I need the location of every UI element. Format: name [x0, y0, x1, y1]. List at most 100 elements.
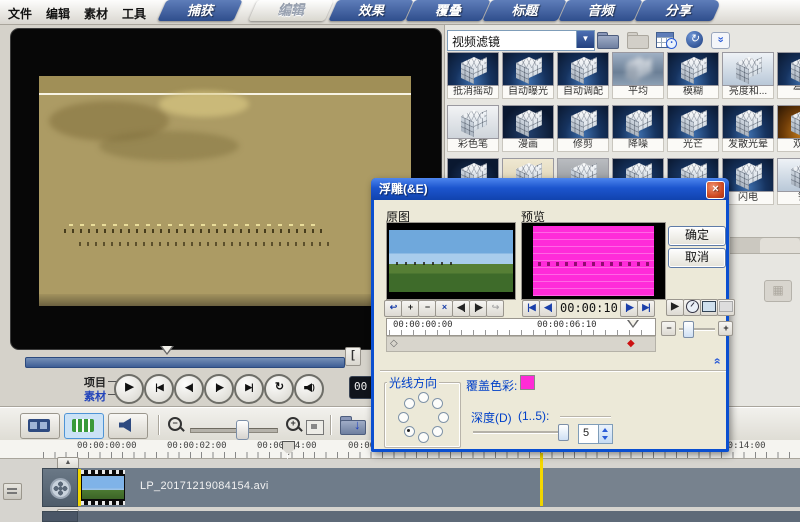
depth-slider[interactable] — [473, 431, 568, 433]
repeat-button[interactable]: ↻ — [264, 374, 294, 404]
timeline-zoom-slider[interactable] — [190, 428, 278, 433]
play-button[interactable]: ▶ — [114, 374, 144, 404]
jog-bar[interactable] — [25, 357, 345, 368]
next-keyframe-icon[interactable]: |▶ — [469, 300, 487, 317]
filter-item[interactable]: 降噪 — [612, 105, 664, 152]
tab-overlay[interactable]: 覆叠 — [405, 0, 490, 21]
spinner-buttons[interactable] — [598, 425, 612, 443]
video-track-header[interactable] — [42, 468, 78, 507]
audio-view-button[interactable] — [108, 413, 148, 439]
menu-edit[interactable]: 编辑 — [46, 5, 70, 22]
gallery-category-value: 视频滤镜 — [452, 33, 500, 50]
video-track[interactable]: LP_20171219084154.avi — [78, 468, 800, 507]
tab-effect[interactable]: 效果 — [328, 0, 413, 21]
timeline-zoom-thumb[interactable] — [236, 420, 249, 440]
filter-item[interactable]: 模糊 — [667, 52, 719, 99]
dialog-titlebar[interactable]: 浮雕(&E) × — [371, 178, 729, 200]
zoom-out-icon[interactable]: − — [168, 417, 186, 435]
go-end-button[interactable]: ▶| — [234, 374, 264, 404]
gallery-collapse-icon[interactable]: » — [711, 32, 730, 49]
remove-keyframe-icon[interactable]: − — [418, 300, 436, 317]
menu-tools[interactable]: 工具 — [122, 5, 146, 22]
filter-item[interactable]: 抵消摇动 — [447, 52, 499, 99]
light-dir-e[interactable] — [438, 412, 449, 423]
light-dir-w[interactable] — [398, 412, 409, 423]
filter-item[interactable]: 漫画 — [502, 105, 554, 152]
dialog-zoom-thumb[interactable] — [683, 321, 694, 338]
timeline-view-button[interactable] — [64, 413, 104, 439]
filter-item[interactable]: 彩色笔 — [447, 105, 499, 152]
close-icon[interactable]: × — [706, 181, 725, 199]
insert-media-icon[interactable]: ↓ — [340, 415, 368, 435]
filter-item[interactable]: 发散光晕 — [722, 105, 774, 152]
filter-item[interactable]: 亮度和... — [722, 52, 774, 99]
light-dir-n[interactable] — [418, 392, 429, 403]
gallery-category-dropdown[interactable]: 视频滤镜 ▼ — [447, 30, 595, 51]
prev-frame-button[interactable]: ◀| — [174, 374, 204, 404]
dialog-collapse-icon[interactable]: » — [713, 354, 720, 368]
filter-item[interactable]: 自动曝光 — [502, 52, 554, 99]
light-dir-se[interactable] — [432, 426, 443, 437]
next-frame-button[interactable]: |▶ — [204, 374, 234, 404]
filter-item[interactable]: 双色 — [777, 105, 800, 152]
go-start-button[interactable]: |◀ — [144, 374, 174, 404]
open-folder-icon[interactable] — [597, 30, 619, 48]
depth-spinbox[interactable]: 5 — [578, 424, 613, 444]
menu-file[interactable]: 文件 — [8, 5, 32, 22]
zoom-in-icon[interactable]: + — [286, 417, 304, 435]
filter-thumbnail — [447, 52, 499, 86]
trim-marker[interactable] — [160, 346, 176, 357]
dialog-zoom-in-icon[interactable]: + — [718, 321, 733, 336]
dialog-go-start-icon[interactable]: |◀ — [522, 300, 540, 317]
prev-keyframe-icon[interactable]: ◀| — [452, 300, 470, 317]
ok-button[interactable]: 确定 — [668, 226, 726, 246]
reverse-keyframes-icon[interactable]: × — [435, 300, 453, 317]
light-dir-nw[interactable] — [404, 398, 415, 409]
filter-item[interactable]: 修剪 — [557, 105, 609, 152]
mode-clip-label[interactable]: 素材 — [84, 388, 106, 404]
filter-item[interactable]: 光芒 — [667, 105, 719, 152]
trim-start-diamond[interactable]: ◇ — [390, 337, 398, 350]
preview-video-frame — [39, 76, 411, 306]
tab-capture[interactable]: 捕获 — [157, 0, 242, 21]
dialog-play-icon[interactable]: ▶ — [666, 299, 684, 316]
playback-mode-icon[interactable]: ↻ — [686, 30, 707, 48]
dialog-go-end-icon[interactable]: ▶| — [637, 300, 655, 317]
playback-speed-icon[interactable] — [683, 299, 701, 316]
overlay-track-header[interactable] — [42, 511, 78, 522]
light-dir-s[interactable] — [418, 432, 429, 443]
dialog-zoom-out-icon[interactable]: − — [661, 321, 676, 336]
options-panel-icon[interactable]: • — [656, 30, 680, 48]
light-dir-ne[interactable] — [432, 398, 443, 409]
chevron-down-icon[interactable]: ▼ — [576, 31, 594, 48]
filter-item-lightning[interactable]: 闪电 — [722, 158, 774, 205]
tab-edit[interactable]: 编辑 — [248, 0, 333, 21]
menu-clip[interactable]: 素材 — [84, 5, 108, 22]
depth-slider-thumb[interactable] — [558, 424, 569, 441]
light-dir-sw[interactable] — [404, 426, 415, 437]
filter-item-lens-flare[interactable]: 镜 — [777, 158, 800, 205]
overlay-color-swatch[interactable] — [520, 375, 535, 390]
filter-item[interactable]: 气泡 — [777, 52, 800, 99]
filter-item[interactable]: 自动调配 — [557, 52, 609, 99]
undo-keyframe-icon[interactable]: ↩ — [384, 300, 402, 317]
tab-audio[interactable]: 音频 — [558, 0, 642, 21]
dialog-keyframe-strip[interactable]: ◇ ◆ — [386, 336, 656, 352]
mark-in-button[interactable]: [ — [345, 347, 361, 366]
dialog-prev-frame-icon[interactable]: ◀| — [539, 300, 557, 317]
overlay-track[interactable] — [78, 511, 800, 522]
dialog-trim-ruler[interactable]: 00:00:00:00 00:00:06:10 — [386, 318, 656, 336]
fit-project-icon[interactable] — [306, 420, 324, 435]
filter-item[interactable]: 平均 — [612, 52, 664, 99]
dialog-next-frame-icon[interactable]: |▶ — [620, 300, 638, 317]
add-keyframe-icon[interactable]: + — [401, 300, 419, 317]
timeline-clip[interactable]: LP_20171219084154.avi — [78, 468, 543, 507]
tab-title[interactable]: 标题 — [482, 0, 566, 21]
tab-share[interactable]: 分享 — [634, 0, 721, 21]
keyframe-diamond[interactable]: ◆ — [627, 337, 635, 350]
storyboard-view-button[interactable] — [20, 413, 60, 439]
system-volume-button[interactable]: ) — [294, 374, 324, 404]
cancel-button[interactable]: 取消 — [668, 248, 726, 268]
track-manager-icon[interactable] — [3, 483, 22, 500]
preview-on-device-icon[interactable] — [700, 299, 718, 316]
